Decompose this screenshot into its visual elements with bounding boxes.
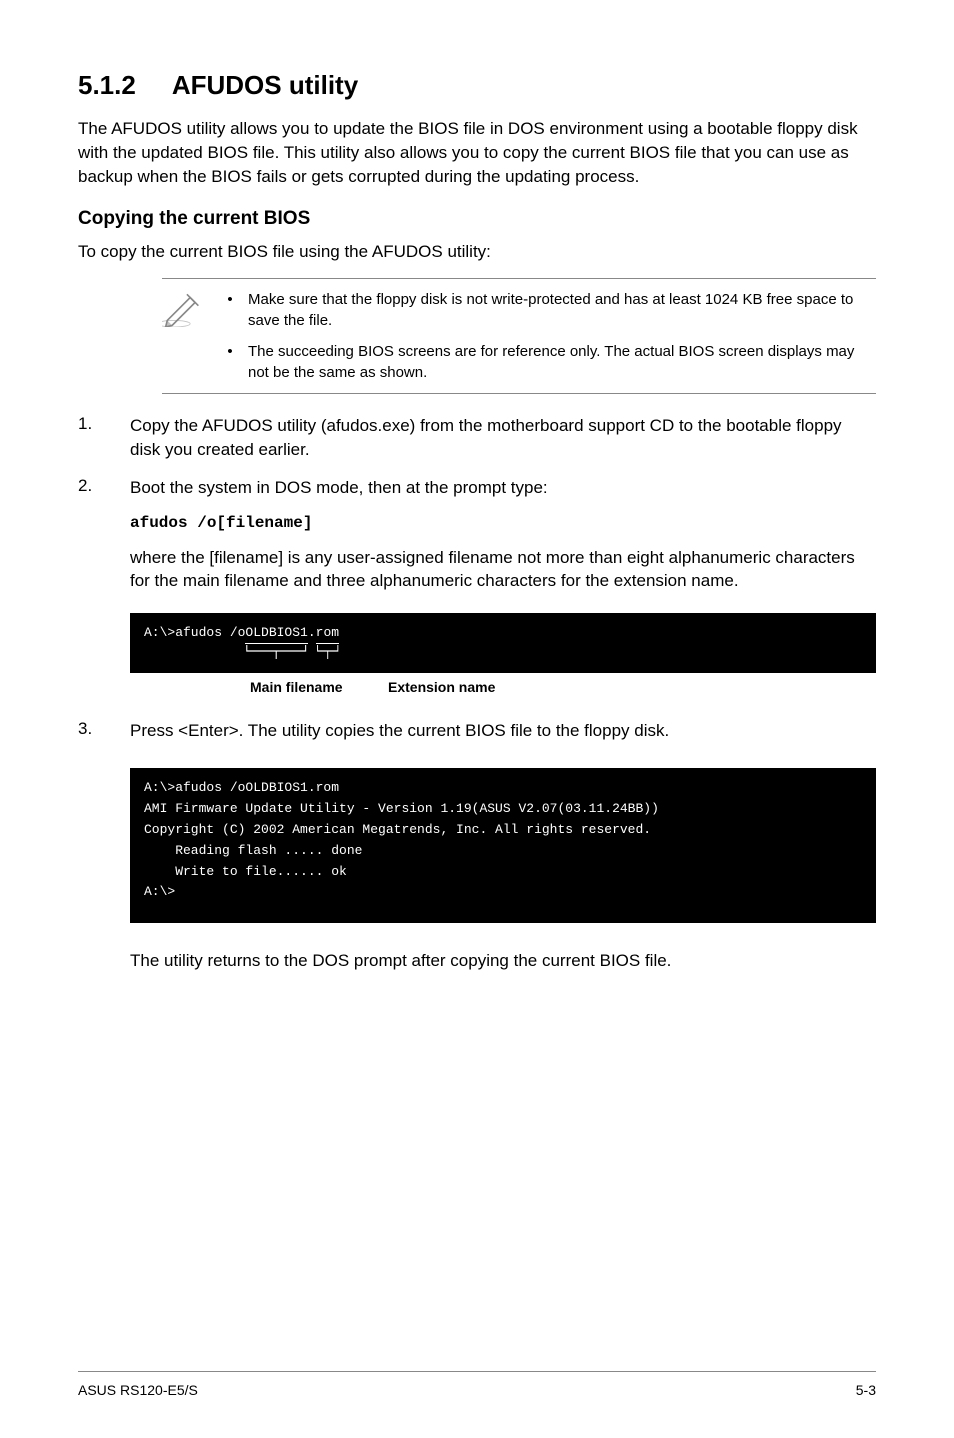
subsection-heading: Copying the current BIOS <box>78 208 876 230</box>
filename-ext-part: rom <box>316 623 339 643</box>
subsection-lead: To copy the current BIOS file using the … <box>78 240 876 264</box>
note-content: • Make sure that the floppy disk is not … <box>212 289 876 383</box>
intro-paragraph: The AFUDOS utility allows you to update … <box>78 117 876 188</box>
footer-left: ASUS RS120-E5/S <box>78 1382 198 1398</box>
extension-name-label: Extension name <box>388 679 495 695</box>
filename-labels-row: Main filename Extension name <box>130 679 876 695</box>
step-1: 1. Copy the AFUDOS utility (afudos.exe) … <box>78 414 876 462</box>
command-text: afudos /o[filename] <box>130 514 876 532</box>
filename-dot: . <box>308 625 316 640</box>
step-explanation: where the [filename] is any user-assigne… <box>130 546 876 594</box>
section-heading: 5.1.2 AFUDOS utility <box>78 70 876 101</box>
step-number: 3. <box>78 719 130 743</box>
note-text: Make sure that the floppy disk is not wr… <box>248 289 876 331</box>
console-prefix: A:\>afudos /o <box>144 625 245 640</box>
step-number: 1. <box>78 414 130 462</box>
console-output-1: A:\>afudos /oOLDBIOS1.rom <box>130 613 876 673</box>
note-block: • Make sure that the floppy disk is not … <box>162 278 876 394</box>
step-3: 3. Press <Enter>. The utility copies the… <box>78 719 876 743</box>
section-title: AFUDOS utility <box>172 70 358 100</box>
closing-paragraph: The utility returns to the DOS prompt af… <box>130 949 876 973</box>
step-text: Press <Enter>. The utility copies the cu… <box>130 719 876 743</box>
step-text: Boot the system in DOS mode, then at the… <box>130 476 876 500</box>
section-number: 5.1.2 <box>78 70 136 101</box>
step-number: 2. <box>78 476 130 500</box>
note-item: • Make sure that the floppy disk is not … <box>212 289 876 331</box>
console-line: A:\>afudos /oOLDBIOS1.rom <box>144 625 339 640</box>
bullet-icon: • <box>212 289 248 331</box>
note-item: • The succeeding BIOS screens are for re… <box>212 341 876 383</box>
footer-page-number: 5-3 <box>856 1382 876 1398</box>
note-pencil-icon <box>162 289 212 332</box>
note-text: The succeeding BIOS screens are for refe… <box>248 341 876 383</box>
filename-main-part: OLDBIOS1 <box>245 623 307 643</box>
main-filename-label: Main filename <box>250 679 388 695</box>
step-text: Copy the AFUDOS utility (afudos.exe) fro… <box>130 414 876 462</box>
page-footer: ASUS RS120-E5/S 5-3 <box>78 1371 876 1398</box>
bullet-icon: • <box>212 341 248 383</box>
console-output-2: A:\>afudos /oOLDBIOS1.rom AMI Firmware U… <box>130 768 876 923</box>
step-2: 2. Boot the system in DOS mode, then at … <box>78 476 876 500</box>
